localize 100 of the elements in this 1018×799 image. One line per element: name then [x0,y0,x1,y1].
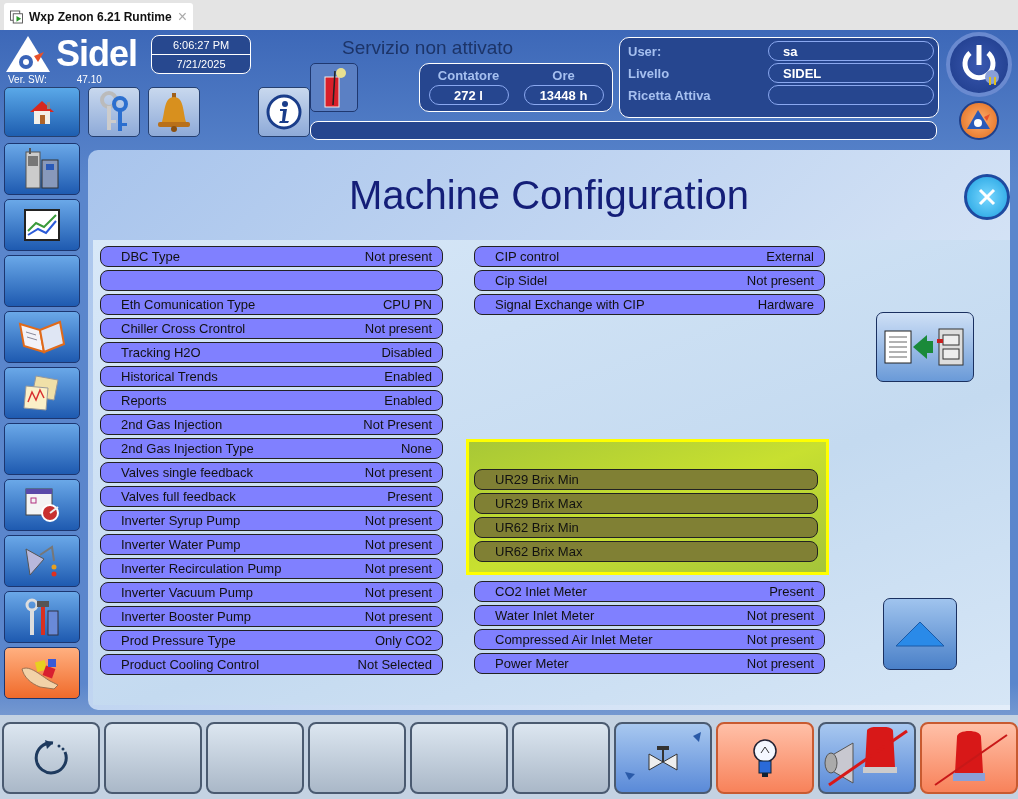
empty-function-button[interactable] [206,722,304,794]
setting-row[interactable]: Chiller Cross Crontrol Not present [100,318,443,339]
setting-row[interactable]: CIP control External [474,246,825,267]
export-button[interactable] [875,312,974,382]
setting-row[interactable]: Historical Trends Enabled [100,366,443,387]
drink-button[interactable] [310,63,358,112]
setting-row[interactable]: Valves single feedback Not present [100,462,443,483]
setting-row[interactable]: Tracking H2O Disabled [100,342,443,363]
setting-value: Not present [364,561,432,576]
sidebar-button[interactable] [4,199,80,251]
brix-setting-row[interactable]: UR62 Brix Min [474,517,818,538]
setting-label: UR29 Brix Min [495,472,579,487]
sidebar-button[interactable] [4,591,80,643]
setting-value: Not present [746,273,814,288]
scroll-up-button[interactable] [882,598,957,670]
setting-row[interactable]: Inverter Syrup Pump Not present [100,510,443,531]
sidebar-button[interactable] [4,367,80,419]
setting-row[interactable]: Cip Sidel Not present [474,270,825,291]
bulb-button[interactable] [716,722,814,794]
setting-value: None [400,441,432,456]
version-label: Ver. SW: [8,74,47,86]
setting-row[interactable]: Reports Enabled [100,390,443,411]
setting-label: UR29 Brix Max [495,496,583,511]
empty-function-button[interactable] [308,722,406,794]
setting-row[interactable]: Signal Exchange with CIP Hardware [474,294,825,315]
setting-row[interactable]: 2nd Gas Injection Not Present [100,414,443,435]
setting-row[interactable]: Inverter Vacuum Pump Not present [100,582,443,603]
report-sheets-icon [22,374,62,412]
browser-tab[interactable]: Wxp Zenon 6.21 Runtime × [4,3,193,30]
bell-button[interactable] [148,87,200,137]
light-bulb-icon [751,737,779,779]
keys-button[interactable] [88,87,140,137]
sidebar-button[interactable] [4,535,80,587]
brix-setting-row[interactable]: UR62 Brix Max [474,541,818,562]
open-book-icon [18,318,66,356]
setting-value: Not present [364,609,432,624]
info-button[interactable] [258,87,310,137]
empty-function-button[interactable] [410,722,508,794]
brix-setting-row[interactable]: UR29 Brix Max [474,493,818,514]
sidebar-button[interactable] [4,479,80,531]
refresh-button[interactable] [2,722,100,794]
setting-value: Enabled [384,369,432,384]
setting-label: Prod Pressure Type [121,633,236,648]
sidebar-button[interactable] [4,311,80,363]
setting-row[interactable]: Inverter Recirculation Pump Not present [100,558,443,579]
setting-label: Water Inlet Meter [495,608,595,623]
setting-label: Inverter Vacuum Pump [121,585,253,600]
setting-label: 2nd Gas Injection Type [121,441,254,456]
setting-row[interactable]: Product Cooling Control Not Selected [100,654,443,675]
setting-value: Not present [364,249,432,264]
brix-setting-row[interactable]: UR29 Brix Min [474,469,818,490]
setting-label: Eth Comunication Type [121,297,256,312]
horn-off-button[interactable] [818,722,916,794]
setting-row[interactable]: Compressed Air Inlet Meter Not present [474,629,825,650]
empty-function-button[interactable] [104,722,202,794]
setting-value: Not present [746,632,814,647]
setting-label: UR62 Brix Min [495,520,579,535]
up-triangle-icon [894,621,945,647]
empty-setting-row[interactable] [100,270,443,291]
setting-row[interactable]: Power Meter Not present [474,653,825,674]
date-text: 7/21/2025 [152,54,251,73]
setting-label: Compressed Air Inlet Meter [495,632,653,647]
home-button[interactable] [4,87,80,137]
sidel-round-button[interactable] [959,100,999,140]
sidebar-button[interactable] [4,143,80,195]
setting-row[interactable]: Inverter Water Pump Not present [100,534,443,555]
setting-value: CPU PN [382,297,432,312]
sidel-mark-icon [966,109,992,132]
setting-row[interactable]: 2nd Gas Injection Type None [100,438,443,459]
setting-value: Disabled [381,345,432,360]
close-button[interactable] [964,174,1010,220]
setting-label: Chiller Cross Crontrol [121,321,246,336]
sidel-logo: Sidel [4,35,138,73]
setting-value: Not present [364,513,432,528]
setting-value: Not present [746,608,814,623]
beacon-off-button[interactable] [920,722,1018,794]
setting-row[interactable]: DBC Type Not present [100,246,443,267]
setting-row[interactable]: Water Inlet Meter Not present [474,605,825,626]
setting-label: Valves full feedback [121,489,236,504]
setting-label: Reports [121,393,167,408]
setting-value: Not present [746,656,814,671]
setting-row[interactable]: Prod Pressure Type Only CO2 [100,630,443,651]
setting-row[interactable]: Valves full feedback Present [100,486,443,507]
setting-value: Not Present [363,417,432,432]
sidebar-button[interactable] [4,647,80,699]
user-info-label: Ricetta Attiva [628,87,711,103]
valve-button[interactable] [614,722,712,794]
setting-value: Hardware [757,297,814,312]
tools-icon [24,597,60,637]
empty-function-button[interactable] [512,722,610,794]
setting-row[interactable]: Eth Comunication Type CPU PN [100,294,443,315]
setting-row[interactable]: CO2 Inlet Meter Present [474,581,825,602]
setting-label: Product Cooling Control [121,657,260,672]
setting-label: Inverter Syrup Pump [121,513,241,528]
setting-value: Only CO2 [374,633,432,648]
line-chart-icon [24,209,60,241]
setting-label: Power Meter [495,656,569,671]
setting-label: Inverter Booster Pump [121,609,252,624]
setting-label: Cip Sidel [495,273,548,288]
setting-row[interactable]: Inverter Booster Pump Not present [100,606,443,627]
